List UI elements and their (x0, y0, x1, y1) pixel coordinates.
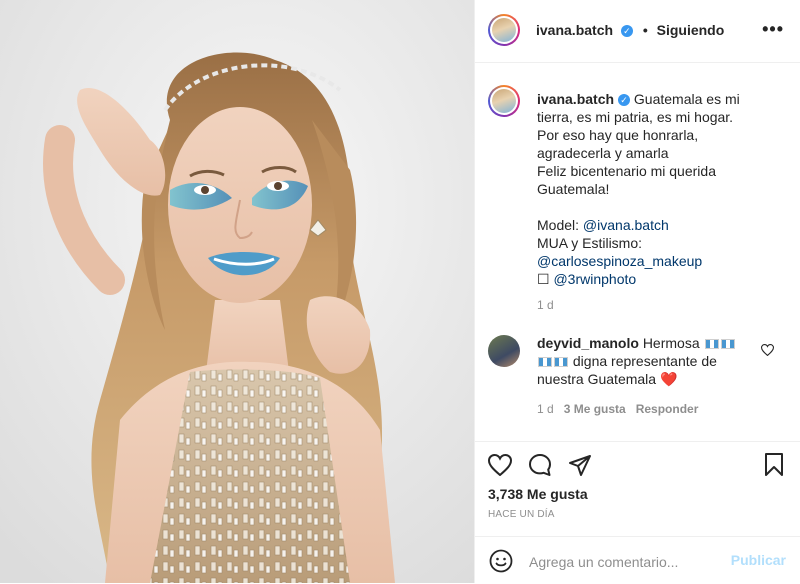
comment-text-start: Hermosa (642, 335, 700, 351)
guatemala-flag-icon (704, 339, 719, 349)
like-heart-icon[interactable] (488, 454, 512, 476)
photographer-mention-link[interactable]: @3rwinphoto (553, 271, 636, 287)
comment-text-mid: digna representante de (572, 353, 717, 369)
guatemala-flag-icon (538, 357, 552, 367)
more-options-icon[interactable]: ••• (762, 20, 784, 38)
portrait-illustration (0, 0, 474, 583)
author-avatar[interactable] (488, 14, 520, 46)
mua-prefix: MUA y Estilismo: (537, 235, 643, 251)
reply-button[interactable]: Responder (636, 402, 699, 416)
comments-list[interactable]: ivana.batch ✓ Guatemala es mi tierra, es … (475, 63, 800, 441)
author-username[interactable]: ivana.batch (536, 22, 613, 38)
guatemala-flag-icon (554, 357, 568, 367)
following-button[interactable]: Siguiendo (657, 22, 725, 38)
guatemala-flag-icon (720, 339, 735, 349)
verified-badge-icon: ✓ (618, 94, 631, 106)
caption-line-1: Guatemala es mi (633, 91, 740, 107)
save-bookmark-icon[interactable] (764, 453, 784, 477)
caption-line-3: Por eso hay que honrarla, (537, 127, 699, 143)
verified-badge-icon: ✓ (620, 25, 633, 37)
post-header: ivana.batch ✓ • Siguiendo ••• (475, 0, 800, 63)
model-prefix: Model: (537, 217, 583, 233)
commenter-avatar[interactable] (488, 335, 520, 367)
post-photo[interactable] (0, 0, 474, 583)
commenter-username[interactable]: deyvid_manolo (537, 335, 639, 351)
separator-dot: • (642, 22, 648, 38)
caption-line-6: Guatemala! (537, 181, 610, 197)
post-sidebar: ivana.batch ✓ • Siguiendo ••• ivana.batc… (474, 0, 800, 583)
like-comment-heart-icon[interactable] (761, 344, 774, 356)
caption-line-2: tierra, es mi patria, es mi hogar. (537, 109, 734, 125)
caption-author-avatar[interactable] (488, 85, 520, 117)
caption-author-username[interactable]: ivana.batch (537, 91, 614, 107)
likes-count[interactable]: 3,738 Me gusta (488, 486, 588, 502)
comment-input[interactable] (527, 551, 721, 573)
comment-text-end: nuestra Guatemala (537, 371, 657, 387)
instagram-post: ivana.batch ✓ • Siguiendo ••• ivana.batc… (0, 0, 800, 583)
comment-age[interactable]: 1 d (537, 402, 554, 416)
publish-button[interactable]: Publicar (731, 552, 786, 568)
caption-line-5: Feliz bicentenario mi querida (537, 163, 716, 179)
caption-line-4: agradecerla y amarla (537, 145, 669, 161)
model-mention-link[interactable]: @ivana.batch (583, 217, 669, 233)
caption-age[interactable]: 1 d (537, 298, 554, 312)
heart-emoji-icon: ❤️ (659, 371, 678, 387)
emoji-smiley-icon[interactable] (489, 549, 513, 573)
caption-text: ivana.batch ✓ Guatemala es mi tierra, es … (537, 90, 767, 288)
add-comment-bar: Publicar (475, 536, 800, 584)
photo-prefix: ☐ (537, 271, 554, 287)
comment-meta: 1 d 3 Me gusta Responder (537, 402, 698, 416)
post-timestamp[interactable]: HACE UN DÍA (488, 509, 555, 520)
post-actions: 3,738 Me gusta HACE UN DÍA Publicar (475, 441, 800, 583)
comment-likes-count[interactable]: 3 Me gusta (564, 402, 626, 416)
mua-mention-link[interactable]: @carlosespinoza_makeup (537, 253, 702, 269)
share-direct-icon[interactable] (568, 453, 592, 477)
comment-text: deyvid_manolo Hermosa digna representant… (537, 334, 752, 388)
comment-bubble-icon[interactable] (528, 453, 552, 477)
